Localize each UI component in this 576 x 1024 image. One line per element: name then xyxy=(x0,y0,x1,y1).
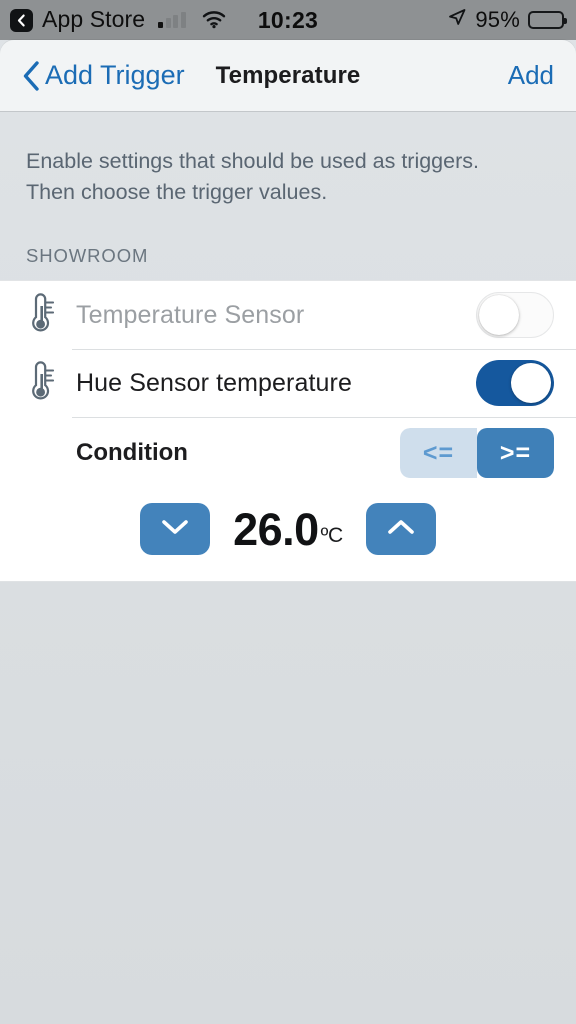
temperature-unit: ºC xyxy=(320,523,344,547)
toggle-temperature-sensor[interactable] xyxy=(476,292,554,339)
chevron-up-icon xyxy=(386,518,416,541)
toggle-knob xyxy=(479,295,519,336)
navigation-bar: Add Trigger Temperature Add xyxy=(0,40,576,112)
temperature-value: 26.0 xyxy=(233,503,319,555)
decrement-button[interactable] xyxy=(140,503,210,556)
section-header-showroom: SHOWROOM xyxy=(26,245,149,267)
status-bar-left: App Store xyxy=(10,5,226,32)
status-bar: App Store 10:23 95% xyxy=(0,0,576,40)
temperature-stepper: 26.0 ºC xyxy=(0,489,576,582)
segment-less-than-equal[interactable]: <= xyxy=(400,428,477,479)
row-label-hue-sensor-temperature: Hue Sensor temperature xyxy=(76,368,352,397)
toggle-hue-sensor-temperature[interactable] xyxy=(476,360,554,407)
increment-button[interactable] xyxy=(366,503,436,556)
row-label-temperature-sensor: Temperature Sensor xyxy=(76,300,305,329)
chevron-left-icon xyxy=(22,60,40,91)
cellular-signal-icon xyxy=(158,12,186,28)
temperature-value-display: 26.0 ºC xyxy=(228,507,348,552)
thermometer-icon xyxy=(24,293,72,337)
phone-screen: App Store 10:23 95% Add Trigger Temperat… xyxy=(0,0,576,1024)
toggle-knob xyxy=(511,363,551,404)
carrier-label: App Store xyxy=(42,5,146,32)
description-text: Enable settings that should be used as t… xyxy=(26,149,479,204)
condition-label: Condition xyxy=(76,439,188,467)
battery-percent-label: 95% xyxy=(475,7,520,32)
thermometer-icon xyxy=(24,361,72,405)
location-arrow-icon xyxy=(447,7,467,33)
condition-row: Condition <= >= xyxy=(0,417,576,489)
status-bar-right: 95% xyxy=(447,7,567,33)
table-row[interactable]: Temperature Sensor xyxy=(0,281,576,349)
back-button-label: Add Trigger xyxy=(45,60,185,90)
battery-full-icon xyxy=(528,11,567,29)
wifi-icon xyxy=(202,11,226,29)
back-button[interactable]: Add Trigger xyxy=(22,60,185,91)
chevron-down-icon xyxy=(160,518,190,541)
segment-greater-than-equal[interactable]: >= xyxy=(477,428,554,479)
table-row[interactable]: Hue Sensor temperature xyxy=(0,349,576,417)
add-button[interactable]: Add xyxy=(508,60,554,91)
back-chevron-icon[interactable] xyxy=(10,8,33,32)
settings-card: Temperature Sensor Hue Sensor temperatur… xyxy=(0,280,576,583)
condition-segmented-control[interactable]: <= >= xyxy=(400,428,554,479)
